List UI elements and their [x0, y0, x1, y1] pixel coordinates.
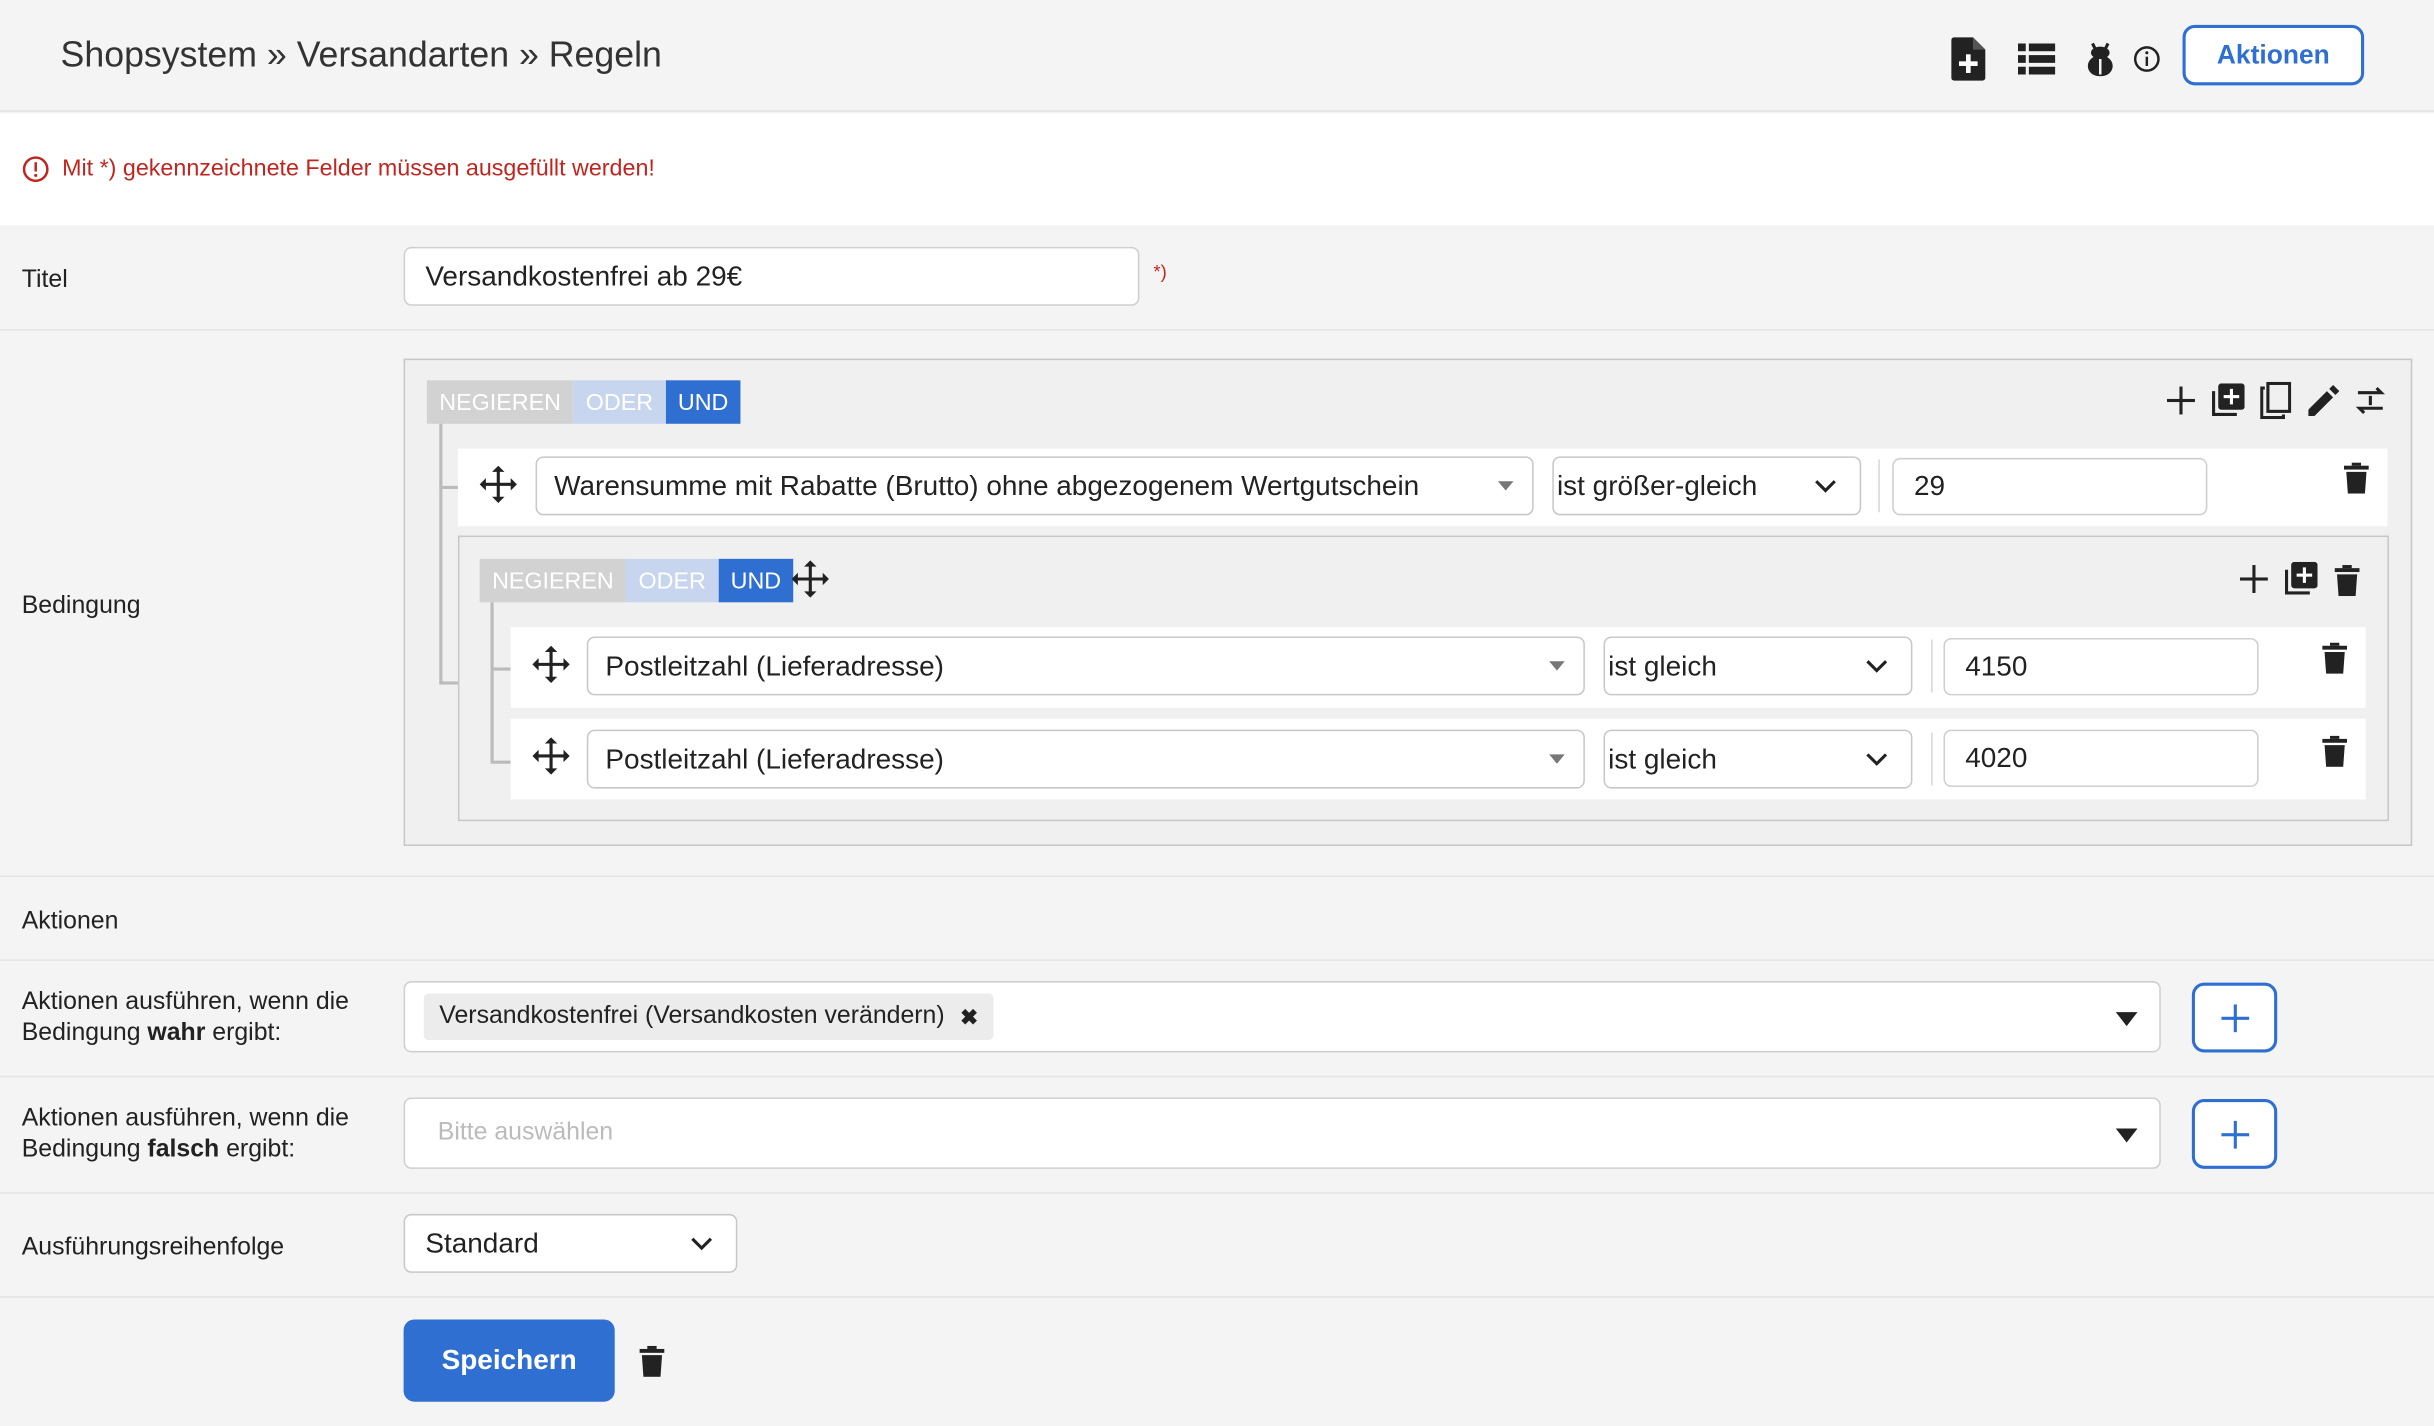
- chevron-down-icon: [691, 1237, 713, 1251]
- add-group-icon[interactable]: [2282, 560, 2319, 597]
- drag-handle-icon[interactable]: [531, 736, 571, 776]
- rule-operator-value: ist größer-gleich: [1556, 469, 1758, 501]
- copy-icon[interactable]: [2257, 381, 2294, 420]
- tree-line: [490, 760, 511, 764]
- condition-label: Bedingung: [21, 592, 141, 620]
- tree-line: [490, 667, 511, 671]
- order-label: Ausführungsreihenfolge: [21, 1234, 285, 1261]
- required-fields-notice: Mit *) gekennzeichnete Felder müssen aus…: [0, 113, 2434, 226]
- title-input[interactable]: Versandkostenfrei ab 29€: [403, 246, 1140, 306]
- chevron-down-icon: [1866, 753, 1888, 766]
- rule-field-value: Warensumme mit Rabatte (Brutto) ohne abg…: [554, 469, 1420, 501]
- drag-handle-icon[interactable]: [531, 644, 571, 684]
- rule-field-value: Postleitzahl (Lieferadresse): [605, 742, 944, 774]
- separator: [1931, 732, 1933, 786]
- remove-icon[interactable]: ✖: [960, 1004, 978, 1030]
- caret-down-icon: [2115, 1128, 2138, 1143]
- select-placeholder: Bitte auswählen: [437, 1119, 614, 1146]
- rule-value-input[interactable]: 29: [1892, 457, 2208, 516]
- and-toggle[interactable]: UND: [718, 558, 794, 603]
- rule-field-value: Postleitzahl (Lieferadresse): [605, 649, 944, 681]
- rule-operator-value: ist gleich: [1608, 649, 1717, 681]
- label-bold: falsch: [147, 1136, 220, 1163]
- separator: [1878, 459, 1880, 513]
- or-toggle[interactable]: ODER: [626, 558, 719, 603]
- tag-label: Versandkostenfrei (Versandkosten verände…: [439, 1002, 945, 1030]
- plus-icon: [2220, 1119, 2249, 1148]
- list-icon[interactable]: [2016, 37, 2056, 80]
- rule-value-input[interactable]: 4020: [1943, 729, 2259, 788]
- swap-icon[interactable]: [2352, 382, 2389, 419]
- subgroup-toggle: NEGIEREN ODER UND: [479, 558, 794, 603]
- chevron-down-icon: [1866, 660, 1888, 673]
- false-actions-label: Aktionen ausführen, wenn die Bedingung f…: [22, 1104, 379, 1166]
- caret-down-icon: [2115, 1012, 2138, 1027]
- drag-handle-icon[interactable]: [790, 559, 830, 599]
- bug-icon[interactable]: [2080, 37, 2120, 80]
- label-bold: wahr: [147, 1019, 206, 1047]
- tree-line: [439, 485, 458, 489]
- negate-toggle[interactable]: NEGIEREN: [479, 558, 627, 603]
- notice-text: Mit *) gekennzeichnete Felder müssen aus…: [62, 155, 655, 182]
- add-rule-icon[interactable]: [2237, 562, 2271, 596]
- new-document-icon[interactable]: [1948, 37, 1988, 81]
- plus-icon: [2220, 1003, 2249, 1032]
- divider: [0, 1192, 2434, 1194]
- trash-icon[interactable]: [2332, 562, 2363, 599]
- add-group-icon[interactable]: [2209, 382, 2246, 419]
- add-rule-icon[interactable]: [2164, 383, 2198, 417]
- rule-operator-value: ist gleich: [1608, 742, 1717, 774]
- group-toggle: NEGIEREN ODER UND: [426, 380, 741, 424]
- divider: [0, 1075, 2434, 1078]
- rule-operator-select[interactable]: ist größer-gleich: [1552, 456, 1862, 516]
- false-actions-select[interactable]: Bitte auswählen: [403, 1097, 2161, 1169]
- caret-down-icon: [1549, 754, 1565, 764]
- separator: [1931, 639, 1933, 693]
- rule-field-select[interactable]: Warensumme mit Rabatte (Brutto) ohne abg…: [535, 456, 1534, 516]
- save-button[interactable]: Speichern: [403, 1319, 615, 1402]
- actions-button[interactable]: Aktionen: [2182, 24, 2365, 86]
- required-marker: *): [1153, 260, 1167, 283]
- and-toggle[interactable]: UND: [665, 380, 741, 424]
- label-text: ergibt:: [219, 1136, 296, 1163]
- page-header: Shopsystem » Versandarten » Regeln Aktio…: [0, 0, 2434, 112]
- negate-toggle[interactable]: NEGIEREN: [426, 380, 574, 424]
- trash-icon[interactable]: [636, 1343, 667, 1380]
- title-label: Titel: [21, 266, 68, 294]
- selected-action-tag: Versandkostenfrei (Versandkosten verände…: [423, 993, 994, 1041]
- rule-value-input[interactable]: 4150: [1943, 637, 2259, 696]
- rule-field-select[interactable]: Postleitzahl (Lieferadresse): [586, 636, 1585, 696]
- or-toggle[interactable]: ODER: [573, 380, 666, 424]
- breadcrumb: Shopsystem » Versandarten » Regeln: [60, 34, 662, 75]
- label-text: ergibt:: [205, 1019, 282, 1047]
- rule-operator-select[interactable]: ist gleich: [1603, 636, 1913, 696]
- rule-operator-select[interactable]: ist gleich: [1603, 729, 1913, 789]
- add-true-action-button[interactable]: [2191, 982, 2278, 1053]
- tree-line: [439, 681, 458, 685]
- order-value: Standard: [425, 1227, 539, 1259]
- trash-icon[interactable]: [2341, 459, 2372, 496]
- true-actions-select[interactable]: Versandkostenfrei (Versandkosten verände…: [403, 981, 2161, 1053]
- divider: [0, 1296, 2434, 1298]
- trash-icon[interactable]: [2319, 640, 2350, 677]
- caret-down-icon: [1497, 481, 1514, 491]
- true-actions-label: Aktionen ausführen, wenn die Bedingung w…: [22, 987, 379, 1049]
- caret-down-icon: [1549, 661, 1565, 671]
- rule-field-select[interactable]: Postleitzahl (Lieferadresse): [586, 729, 1585, 789]
- tree-line: [490, 602, 494, 763]
- tree-line: [439, 423, 443, 684]
- info-icon[interactable]: [2127, 37, 2167, 80]
- warning-icon: [22, 155, 50, 191]
- add-false-action-button[interactable]: [2191, 1099, 2278, 1169]
- divider: [0, 959, 2434, 961]
- edit-icon[interactable]: [2305, 382, 2342, 419]
- order-select[interactable]: Standard: [403, 1213, 738, 1273]
- actions-section-label: Aktionen: [21, 908, 119, 935]
- divider: [0, 329, 2434, 331]
- divider: [0, 875, 2434, 878]
- trash-icon[interactable]: [2319, 733, 2350, 770]
- drag-handle-icon[interactable]: [478, 464, 518, 504]
- chevron-down-icon: [1815, 480, 1836, 493]
